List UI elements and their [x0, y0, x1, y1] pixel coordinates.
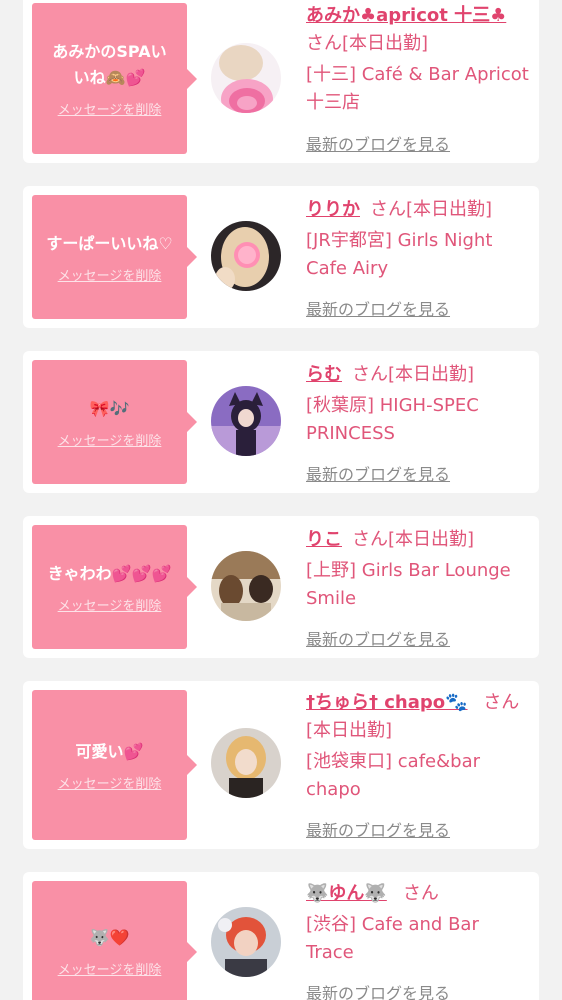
- message-text: 🐺❤️: [89, 928, 130, 947]
- avatar[interactable]: [211, 386, 281, 456]
- delete-message-link[interactable]: メッセージを削除: [58, 265, 162, 284]
- girl-info: 🐺ゆん🐺 さん [渋谷] Cafe and Bar Trace: [306, 880, 529, 967]
- list-item: 可愛い💕 メッセージを削除 †ちゅら† chapo🐾 さん[本日出勤] [池袋東…: [23, 681, 539, 849]
- shop-name: [渋谷] Cafe and Bar Trace: [306, 914, 479, 963]
- message-text: きゃわわ💕💕💕: [47, 563, 172, 583]
- avatar[interactable]: [211, 728, 281, 798]
- latest-blog-link[interactable]: 最新のブログを見る: [306, 296, 450, 320]
- delete-message-link[interactable]: メッセージを削除: [58, 99, 162, 118]
- list-item: きゃわわ💕💕💕 メッセージを削除 りこ さん[本日出勤] [上野] Girls B…: [23, 516, 539, 658]
- shop-name: [秋葉原] HIGH-SPEC PRINCESS: [306, 395, 479, 444]
- latest-blog-link[interactable]: 最新のブログを見る: [306, 131, 450, 155]
- girl-info: †ちゅら† chapo🐾 さん[本日出勤] [池袋東口] cafe&bar ch…: [306, 689, 529, 804]
- delete-message-link[interactable]: メッセージを削除: [58, 595, 162, 614]
- honorific-status: さん[本日出勤]: [306, 33, 429, 54]
- message-text: あみかのSPAいいね🙈💕: [52, 42, 167, 87]
- shop-name: [池袋東口] cafe&bar chapo: [306, 751, 480, 800]
- shop-name: [上野] Girls Bar Lounge Smile: [306, 560, 511, 609]
- list-item: 🎀🎶 メッセージを削除 らむ さん[本日出勤] [秋葉原] HIGH-SPEC P…: [23, 351, 539, 493]
- honorific-status: さん: [402, 883, 439, 904]
- delete-message-link[interactable]: メッセージを削除: [58, 773, 162, 792]
- honorific-status: さん[本日出勤]: [370, 199, 493, 220]
- girl-name-link[interactable]: あみか♣apricot 十三♣: [306, 5, 506, 26]
- girl-info: りりか さん[本日出勤] [JR宇都宮] Girls Night Cafe Air…: [306, 196, 529, 283]
- list-item: 🐺❤️ メッセージを削除 🐺ゆん🐺 さん [渋谷] Cafe and Bar Tr…: [23, 872, 539, 1000]
- latest-blog-link[interactable]: 最新のブログを見る: [306, 817, 450, 841]
- message-bubble: 可愛い💕 メッセージを削除: [32, 690, 197, 840]
- girl-name-link[interactable]: 🐺ゆん🐺: [306, 883, 387, 904]
- message-bubble: 🎀🎶 メッセージを削除: [32, 360, 197, 484]
- girl-name-link[interactable]: †ちゅら† chapo🐾: [306, 692, 468, 713]
- girl-info: らむ さん[本日出勤] [秋葉原] HIGH-SPEC PRINCESS: [306, 361, 529, 448]
- honorific-status: さん[本日出勤]: [352, 529, 475, 550]
- girl-info: りこ さん[本日出勤] [上野] Girls Bar Lounge Smile: [306, 526, 529, 613]
- list-item: あみかのSPAいいね🙈💕 メッセージを削除 あみか♣apricot 十三♣ さん…: [23, 0, 539, 163]
- message-bubble: きゃわわ💕💕💕 メッセージを削除: [32, 525, 197, 649]
- avatar[interactable]: [211, 221, 281, 291]
- girl-name-link[interactable]: らむ: [306, 364, 342, 385]
- girl-name-link[interactable]: りこ: [306, 529, 342, 550]
- latest-blog-link[interactable]: 最新のブログを見る: [306, 980, 450, 1000]
- avatar[interactable]: [211, 907, 281, 977]
- avatar[interactable]: [211, 43, 281, 113]
- message-bubble: あみかのSPAいいね🙈💕 メッセージを削除: [32, 3, 197, 154]
- message-bubble: 🐺❤️ メッセージを削除: [32, 881, 197, 1000]
- message-bubble: すーぱーいいね♡ メッセージを削除: [32, 195, 197, 319]
- shop-name: [十三] Café & Bar Apricot 十三店: [306, 64, 529, 113]
- honorific-status: さん[本日出勤]: [352, 364, 475, 385]
- shop-name: [JR宇都宮] Girls Night Cafe Airy: [306, 230, 493, 279]
- message-text: 可愛い💕: [75, 741, 144, 761]
- message-list: あみかのSPAいいね🙈💕 メッセージを削除 あみか♣apricot 十三♣ さん…: [0, 0, 562, 1000]
- latest-blog-link[interactable]: 最新のブログを見る: [306, 461, 450, 485]
- girl-name-link[interactable]: りりか: [306, 199, 360, 220]
- delete-message-link[interactable]: メッセージを削除: [58, 959, 162, 978]
- latest-blog-link[interactable]: 最新のブログを見る: [306, 626, 450, 650]
- girl-info: あみか♣apricot 十三♣ さん[本日出勤] [十三] Café & Bar…: [306, 2, 529, 117]
- list-item: すーぱーいいね♡ メッセージを削除 りりか さん[本日出勤] [JR宇都宮] Gi…: [23, 186, 539, 328]
- delete-message-link[interactable]: メッセージを削除: [58, 430, 162, 449]
- avatar[interactable]: [211, 551, 281, 621]
- message-text: 🎀🎶: [89, 398, 130, 418]
- message-text: すーぱーいいね♡: [46, 233, 173, 253]
